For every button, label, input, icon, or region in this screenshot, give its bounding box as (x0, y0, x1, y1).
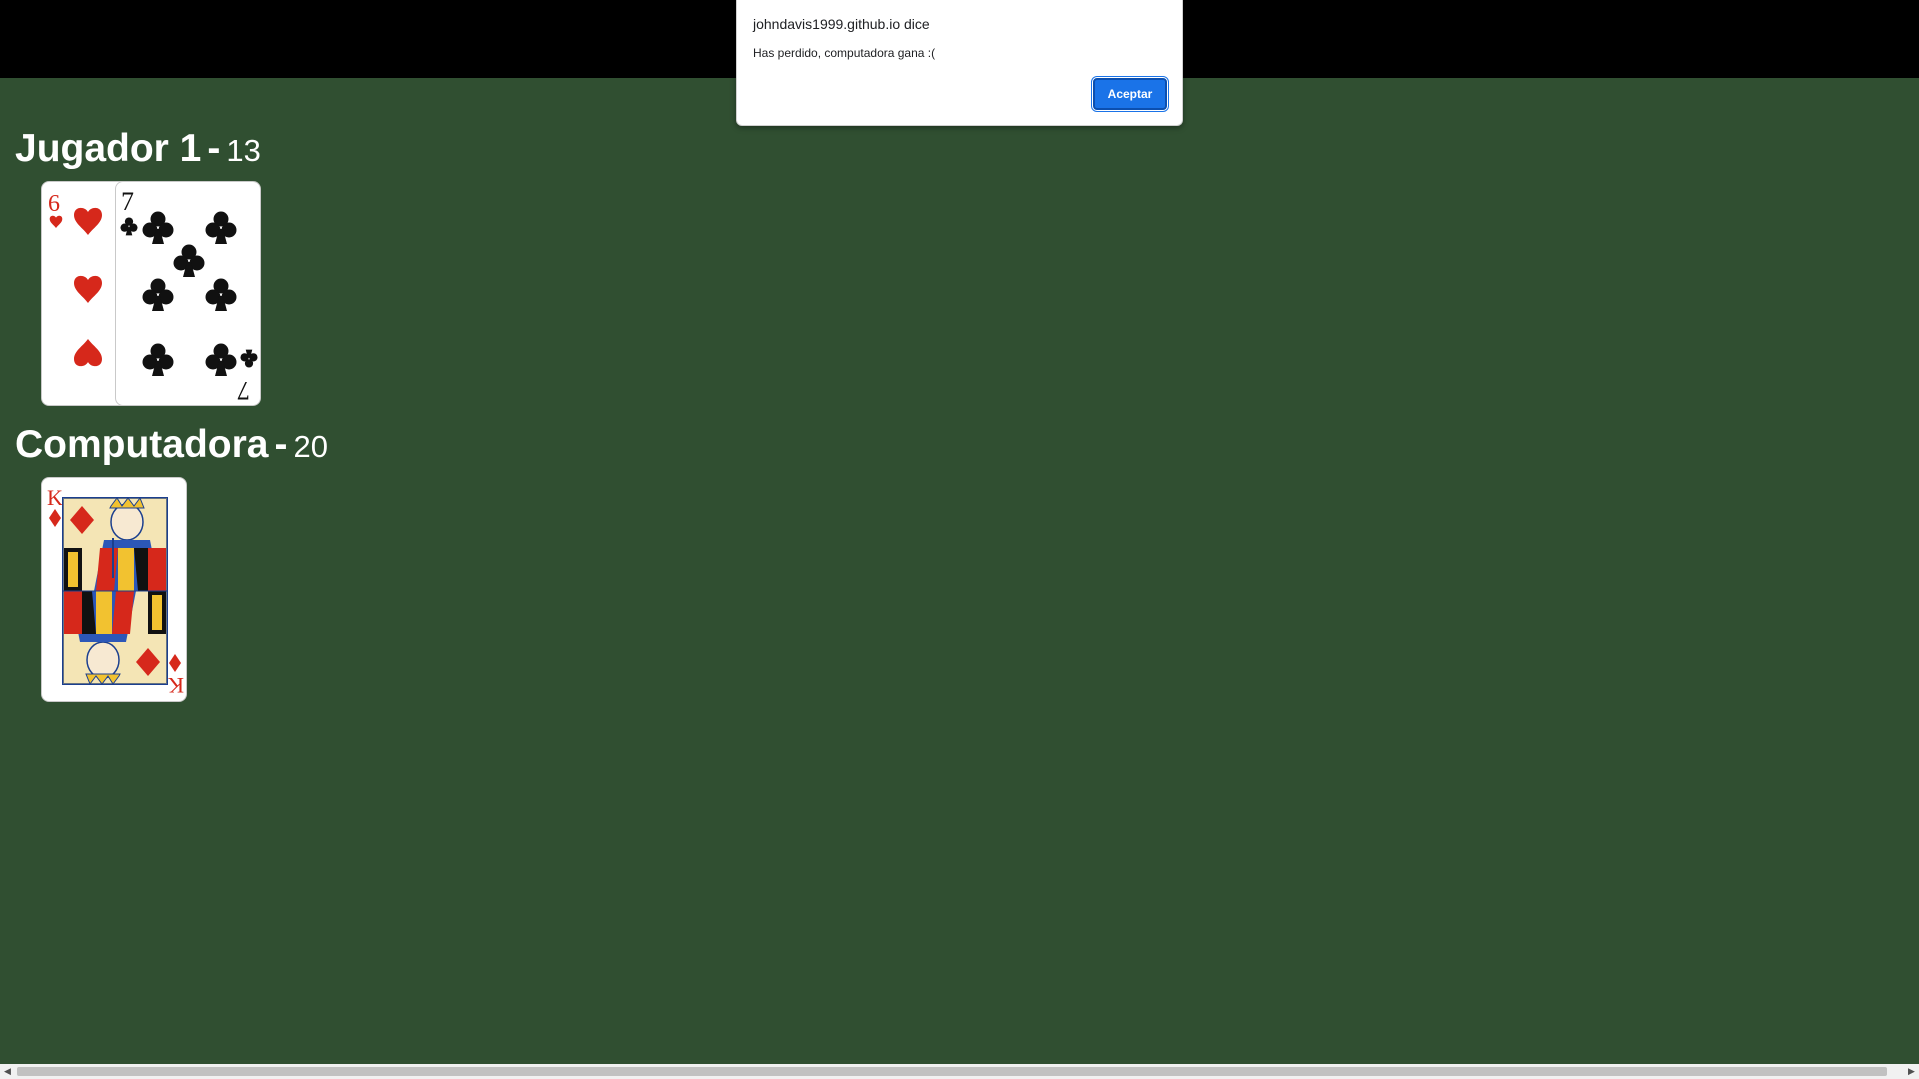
player-separator: - (207, 127, 221, 170)
alert-message: Has perdido, computadora gana :( (753, 46, 936, 60)
seven-of-clubs-face: 7 7 (120, 187, 258, 405)
scroll-left-icon[interactable]: ◀ (0, 1064, 15, 1079)
card-rank-inverted: 7 (237, 376, 250, 405)
player-score: 13 (226, 133, 261, 168)
scroll-right-icon[interactable]: ▶ (1904, 1064, 1919, 1079)
computer-separator: - (274, 423, 288, 466)
card-rank: K (47, 485, 63, 510)
card-seven-of-clubs: 7 7 (115, 181, 261, 406)
alert-origin: johndavis1999.github.io dice (753, 16, 930, 32)
computer-heading: Computadora -20 (15, 423, 328, 467)
player-name: Jugador 1 (15, 127, 202, 170)
alert-dialog: johndavis1999.github.io dice Has perdido… (736, 0, 1183, 126)
card-king-of-diamonds: K K (41, 477, 187, 702)
scrollbar-thumb[interactable] (17, 1067, 1887, 1076)
card-rank: 6 (48, 191, 60, 217)
accept-button[interactable]: Aceptar (1091, 76, 1169, 112)
king-of-diamonds-face: K K (47, 485, 184, 698)
player-heading: Jugador 1-13 (15, 127, 261, 171)
card-rank-inverted: K (168, 673, 184, 698)
computer-name: Computadora (15, 423, 269, 466)
card-rank: 7 (121, 187, 134, 216)
horizontal-scrollbar[interactable]: ◀ ▶ (0, 1064, 1919, 1079)
computer-score: 20 (293, 429, 328, 464)
